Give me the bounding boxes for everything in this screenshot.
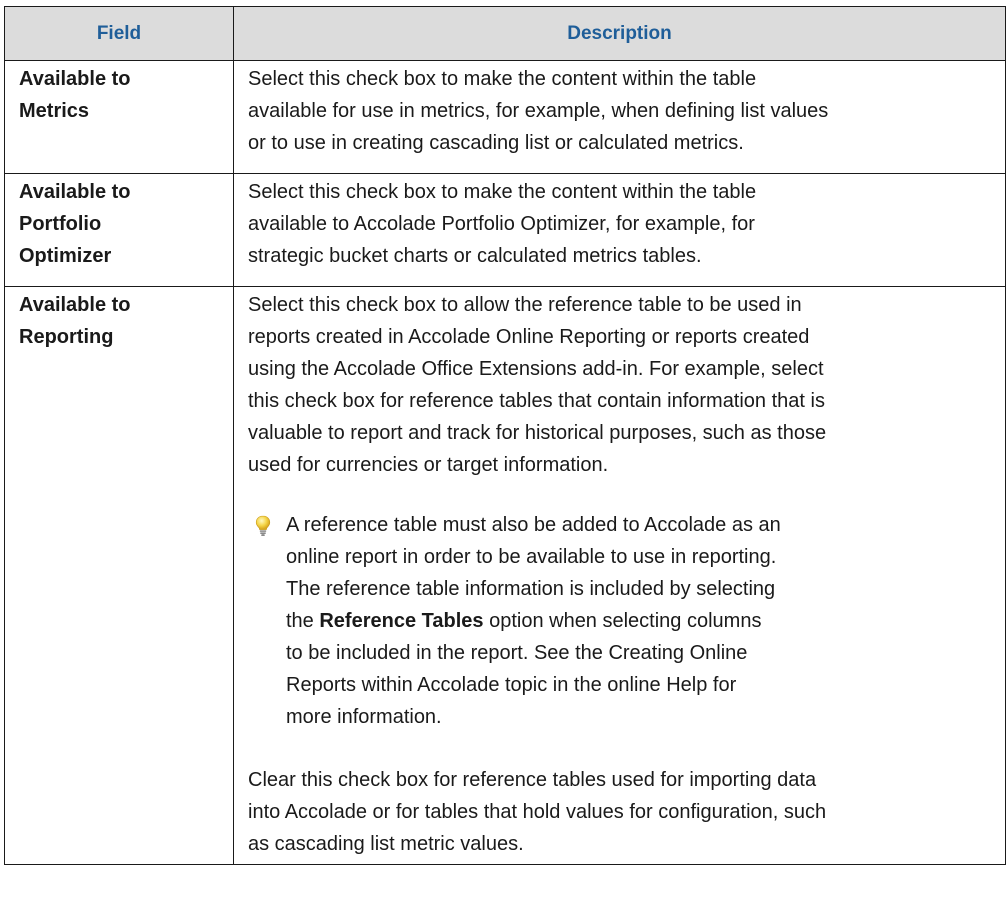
description-line: reports created in Accolade Online Repor… bbox=[248, 326, 810, 348]
description-line: valuable to report and track for histori… bbox=[248, 422, 827, 444]
tip-line: online report in order to be available t… bbox=[286, 546, 777, 568]
description-line: strategic bucket charts or calculated me… bbox=[248, 245, 702, 267]
table-row: Available to Portfolio Optimizer Select … bbox=[4, 173, 1006, 287]
field-description-table: Field Description Available to Metrics S… bbox=[4, 6, 1006, 865]
lightbulb-icon bbox=[255, 515, 271, 536]
description-paragraph: Select this check box to allow the refer… bbox=[248, 289, 1005, 481]
description-line: this check box for reference tables that… bbox=[248, 390, 825, 412]
description-line: Select this check box to make the conten… bbox=[248, 181, 757, 203]
field-name-line: Available to bbox=[19, 181, 131, 203]
field-name-cell: Available to Portfolio Optimizer bbox=[4, 173, 234, 287]
description-line: available to Accolade Portfolio Optimize… bbox=[248, 213, 755, 235]
tip-line: to be included in the report. See the Cr… bbox=[286, 642, 748, 664]
field-name-line: Optimizer bbox=[19, 245, 112, 267]
tip-line: the Reference Tables option when selecti… bbox=[286, 605, 1005, 637]
table-row: Available to Metrics Select this check b… bbox=[4, 60, 1006, 174]
tip-line: more information. bbox=[286, 706, 442, 728]
description-line: into Accolade or for tables that hold va… bbox=[248, 801, 827, 823]
field-name-cell: Available to Metrics bbox=[4, 60, 234, 174]
tip-text: option when selecting columns bbox=[483, 610, 762, 632]
tip-line: A reference table must also be added to … bbox=[286, 514, 781, 536]
description-paragraph: Clear this check box for reference table… bbox=[248, 764, 1005, 860]
tip-note: A reference table must also be added to … bbox=[248, 509, 1005, 733]
header-field: Field bbox=[4, 6, 234, 61]
description-line: available for use in metrics, for exampl… bbox=[248, 100, 829, 122]
tip-text: the bbox=[286, 610, 320, 632]
table-header-row: Field Description bbox=[4, 6, 1006, 61]
description-cell: Select this check box to allow the refer… bbox=[233, 286, 1006, 865]
description-line: using the Accolade Office Extensions add… bbox=[248, 358, 824, 380]
description-line: used for currencies or target informatio… bbox=[248, 454, 609, 476]
description-cell: Select this check box to make the conten… bbox=[233, 60, 1006, 174]
field-name-line: Metrics bbox=[19, 100, 90, 122]
description-line: as cascading list metric values. bbox=[248, 833, 524, 855]
description-line: Select this check box to allow the refer… bbox=[248, 294, 802, 316]
field-name-line: Available to bbox=[19, 68, 131, 90]
field-name-line: Reporting bbox=[19, 326, 114, 348]
field-name-line: Available to bbox=[19, 294, 131, 316]
reference-tables-option-label: Reference Tables bbox=[319, 610, 484, 632]
description-line: Clear this check box for reference table… bbox=[248, 769, 817, 791]
description-line: or to use in creating cascading list or … bbox=[248, 132, 744, 154]
tip-line: Reports within Accolade topic in the onl… bbox=[286, 674, 737, 696]
description-line: Select this check box to make the conten… bbox=[248, 68, 757, 90]
description-cell: Select this check box to make the conten… bbox=[233, 173, 1006, 287]
field-name-line: Portfolio bbox=[19, 213, 102, 235]
tip-line: The reference table information is inclu… bbox=[286, 578, 776, 600]
field-name-cell: Available to Reporting bbox=[4, 286, 234, 865]
header-description: Description bbox=[233, 6, 1006, 61]
table-row: Available to Reporting Select this check… bbox=[4, 286, 1006, 865]
